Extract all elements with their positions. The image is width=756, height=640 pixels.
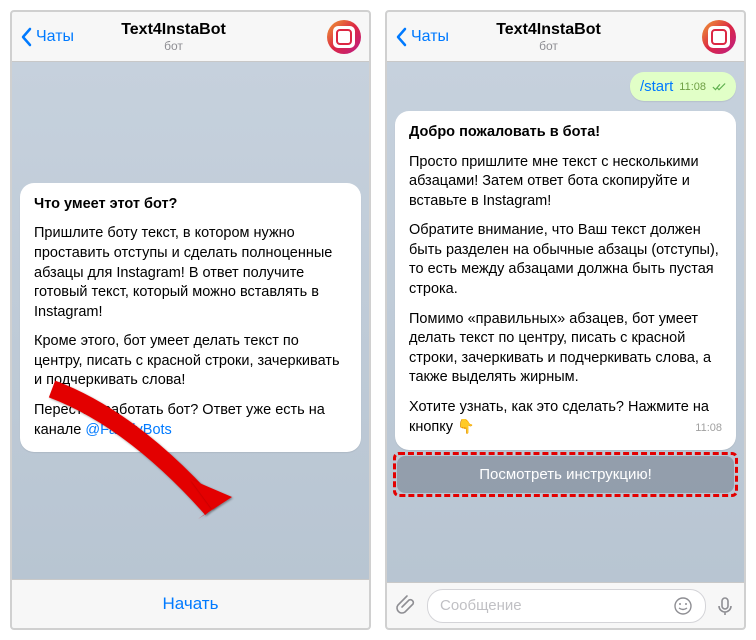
read-checkmarks-icon [712,82,726,92]
point-down-emoji: 👇 [457,418,474,434]
avatar[interactable] [327,20,361,54]
phone-screenshot-2: Чаты Text4InstaBot бот /start 11:08 Добр… [385,10,746,630]
msg-time: 11:08 [695,421,722,436]
sticker-icon[interactable] [673,596,693,616]
msg-p3: Перестал работать бот? Ответ уже есть на… [34,401,347,440]
inline-button-instruction[interactable]: Посмотреть инструкцию! [397,456,734,493]
header-title-wrap[interactable]: Text4InstaBot бот [20,21,327,53]
chat-subtitle: бот [20,39,327,53]
chat-body[interactable]: Что умеет этот бот? Пришлите боту текст,… [12,62,369,579]
instagram-icon [333,26,355,48]
chat-header: Чаты Text4InstaBot бот [387,12,744,62]
msg-heading: Добро пожаловать в бота! [409,123,722,143]
message-input[interactable]: Сообщение [427,589,706,623]
chat-header: Чаты Text4InstaBot бот [12,12,369,62]
msg-p3: Помимо «правильных» абзацев, бот умеет д… [409,310,722,388]
msg-p4: Хотите узнать, как это сделать? Нажмите … [409,398,722,438]
msg-p1: Просто пришлите мне текст с несколькими … [409,153,722,212]
header-title-wrap[interactable]: Text4InstaBot бот [395,21,702,53]
chat-body[interactable]: /start 11:08 Добро пожаловать в бота! Пр… [387,62,744,582]
bot-info-bubble: Что умеет этот бот? Пришлите боту текст,… [20,183,361,452]
start-button[interactable]: Начать [12,579,369,628]
msg-p2: Обратите внимание, что Ваш текст должен … [409,221,722,299]
attachment-icon[interactable] [395,594,419,618]
microphone-icon[interactable] [714,595,736,617]
channel-link[interactable]: @FamilyBots [85,422,171,438]
phone-screenshot-1: Чаты Text4InstaBot бот Что умеет этот бо… [10,10,371,630]
outgoing-message[interactable]: /start 11:08 [630,72,736,101]
chat-subtitle: бот [395,39,702,53]
msg-time: 11:08 [679,81,706,93]
msg-heading: Что умеет этот бот? [34,195,347,215]
command-text: /start [640,78,673,95]
chat-title: Text4InstaBot [395,21,702,39]
message-input-bar: Сообщение [387,582,744,628]
msg-p2: Кроме этого, бот умеет делать текст по ц… [34,332,347,391]
instagram-icon [708,26,730,48]
avatar[interactable] [702,20,736,54]
msg-p1: Пришлите боту текст, в котором нужно про… [34,224,347,322]
chat-title: Text4InstaBot [20,21,327,39]
incoming-message[interactable]: Добро пожаловать в бота! Просто пришлите… [395,111,736,450]
input-placeholder: Сообщение [440,597,522,614]
